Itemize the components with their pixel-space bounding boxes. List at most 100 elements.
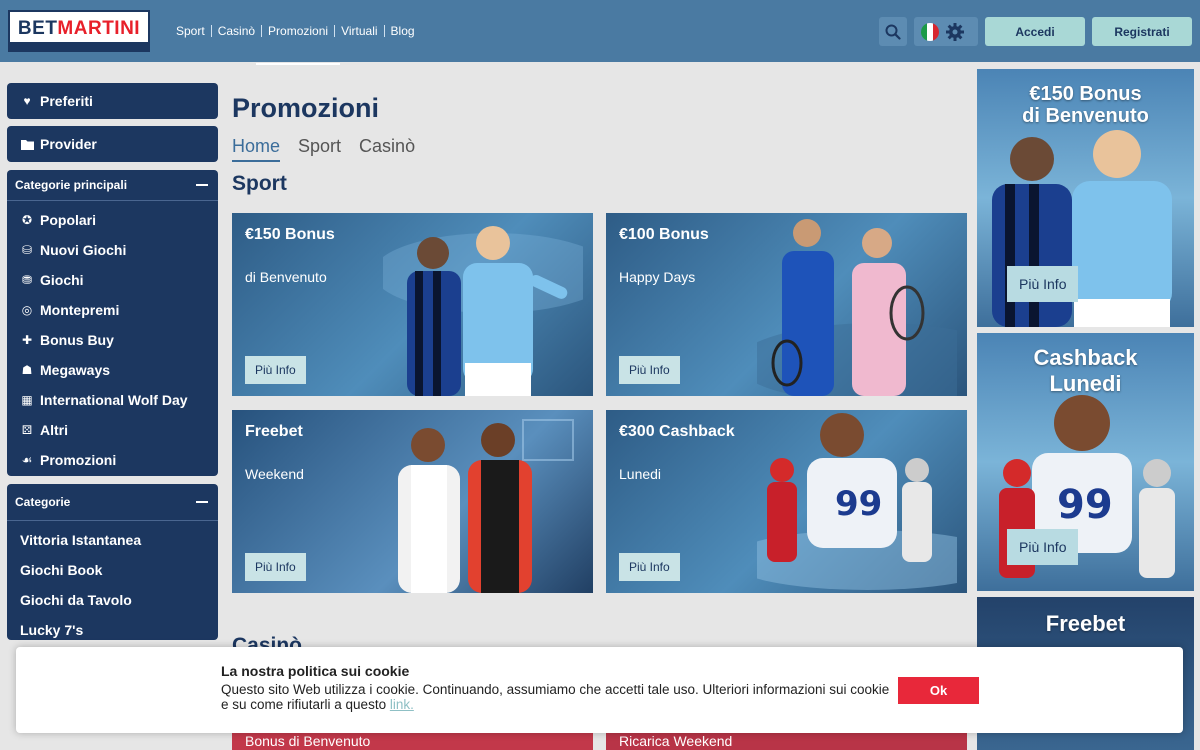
sidebar-item-label: Giochi [40, 272, 84, 288]
divider [7, 200, 218, 201]
more-info-button[interactable]: Più Info [245, 356, 306, 384]
sidebar-item-giochi[interactable]: ⛃ Giochi [7, 265, 218, 295]
casino-card-title: Bonus di Benvenuto [245, 733, 371, 749]
language-button[interactable] [914, 17, 978, 46]
sidebar-item-label: Bonus Buy [40, 332, 114, 348]
sidebar-item-label: Nuovi Giochi [40, 242, 127, 258]
sidebar-item-label: Promozioni [40, 452, 117, 468]
register-button[interactable]: Registrati [1092, 17, 1192, 46]
casino-card-title: Ricarica Weekend [619, 733, 733, 749]
promo-subtitle: Happy Days [619, 269, 696, 285]
tab-casino[interactable]: Casinò [359, 136, 415, 162]
sidebar-main-categories: Categorie principali ✪ Popolari ⛁ Nuovi Gi… [7, 170, 218, 476]
logo-underline [10, 42, 148, 50]
login-button[interactable]: Accedi [985, 17, 1085, 46]
promo-subtitle: Weekend [245, 466, 304, 482]
main-categories-title: Categorie principali [15, 178, 128, 192]
main-categories-header[interactable]: Categorie principali [7, 170, 218, 200]
nav-virtuali[interactable]: Virtuali [334, 25, 383, 37]
sidebar-item-altri[interactable]: ⚄ Altri [7, 415, 218, 445]
banner-title-line1: Freebet [1045, 611, 1126, 636]
sidebar-item-promozioni[interactable]: ☙ Promozioni [7, 445, 218, 475]
nav-casino[interactable]: Casinò [210, 25, 261, 37]
search-button[interactable] [879, 17, 907, 46]
divider [7, 520, 218, 521]
sidebar-item-wolf-day[interactable]: ▦ International Wolf Day [7, 385, 218, 415]
new-games-icon: ⛁ [21, 243, 33, 257]
sidebar-item-label: Megaways [40, 362, 111, 378]
bonus-buy-icon: ✚ [21, 333, 33, 347]
cookie-title: La nostra politica sui cookie [221, 663, 410, 679]
side-banner-cashback[interactable]: 99 Cashback Lunedi Più Info [977, 333, 1194, 591]
sidebar-item-giochi-da-tavolo[interactable]: Giochi da Tavolo [7, 585, 218, 615]
banner-title-line1: Cashback [1033, 345, 1138, 370]
more-info-button[interactable]: Più Info [619, 356, 680, 384]
promo-card-freebet[interactable]: Freebet Weekend Più Info [232, 410, 593, 593]
sidebar-categories: Categorie Vittoria Istantanea Giochi Boo… [7, 484, 218, 640]
categories-title: Categorie [15, 495, 71, 509]
sidebar-item-montepremi[interactable]: ◎ Montepremi [7, 295, 218, 325]
banner-title-line2: Lunedi [1049, 371, 1122, 396]
games-icon: ⛃ [21, 273, 33, 287]
collapse-icon[interactable] [196, 184, 208, 186]
side-banner-welcome-bonus[interactable]: €150 Bonus di Benvenuto Più Info [977, 69, 1194, 327]
cookie-ok-button[interactable]: Ok [898, 677, 979, 704]
american-football-players-image: 99 [757, 413, 957, 590]
gear-icon[interactable] [945, 22, 965, 42]
betmartini-logo[interactable]: BETMARTINI [8, 10, 150, 52]
sidebar-favorites[interactable]: ♥ Preferiti [7, 83, 218, 119]
promotions-icon: ☙ [21, 453, 33, 467]
promo-card-happy-days[interactable]: €100 Bonus Happy Days Più Info [606, 213, 967, 396]
promo-card-welcome-bonus[interactable]: €150 Bonus di Benvenuto Più Info [232, 213, 593, 396]
provider-label: Provider [40, 136, 97, 152]
main-nav: Sport Casinò Promozioni Virtuali Blog [170, 0, 421, 65]
sidebar-provider[interactable]: Provider [7, 126, 218, 162]
cookie-banner: La nostra politica sui cookie Questo sit… [16, 647, 1183, 733]
megaways-icon: ☗ [21, 363, 33, 377]
more-info-button[interactable]: Più Info [245, 553, 306, 581]
sidebar-item-label: Popolari [40, 212, 97, 228]
sidebar-item-megaways[interactable]: ☗ Megaways [7, 355, 218, 385]
top-header: BETMARTINI Sport Casinò Promozioni Virtu… [0, 0, 1200, 65]
promo-card-cashback[interactable]: 99 €300 Cashback Lunedi Più Info [606, 410, 967, 593]
more-info-button[interactable]: Più Info [619, 553, 680, 581]
promo-tabs: Home Sport Casinò [232, 136, 415, 162]
promo-title: €150 Bonus [245, 226, 335, 243]
sidebar-item-label: Altri [40, 422, 68, 438]
tab-home[interactable]: Home [232, 136, 281, 162]
cookie-policy-link[interactable]: link. [390, 697, 414, 712]
others-icon: ⚄ [21, 423, 33, 437]
flag-italy-icon [921, 22, 939, 41]
favorites-label: Preferiti [40, 93, 93, 109]
wolf-day-icon: ▦ [21, 393, 33, 407]
sidebar-item-bonus-buy[interactable]: ✚ Bonus Buy [7, 325, 218, 355]
jackpot-icon: ◎ [21, 303, 33, 317]
more-info-button[interactable]: Più Info [1007, 266, 1079, 302]
basketball-players-image [398, 419, 574, 593]
search-icon [885, 24, 901, 40]
nav-promozioni[interactable]: Promozioni [256, 25, 341, 65]
sidebar-item-lucky-7s[interactable]: Lucky 7's [7, 615, 218, 645]
logo-martini-text: MARTINI [57, 18, 141, 39]
nav-sport[interactable]: Sport [170, 25, 211, 37]
sidebar-item-popolari[interactable]: ✪ Popolari [7, 205, 218, 235]
folder-icon [20, 137, 34, 151]
popular-icon: ✪ [21, 213, 33, 227]
page-title: Promozioni [232, 93, 379, 123]
more-info-button[interactable]: Più Info [1007, 529, 1079, 565]
sidebar-item-nuovi-giochi[interactable]: ⛁ Nuovi Giochi [7, 235, 218, 265]
banner-title-line2: di Benvenuto [1022, 105, 1149, 127]
sidebar-item-vittoria-istantanea[interactable]: Vittoria Istantanea [7, 525, 218, 555]
sidebar-item-giochi-book[interactable]: Giochi Book [7, 555, 218, 585]
tab-sport[interactable]: Sport [298, 136, 341, 162]
svg-text:99: 99 [835, 484, 882, 524]
promo-subtitle: di Benvenuto [245, 269, 327, 285]
collapse-icon[interactable] [196, 501, 208, 503]
sidebar-item-label: International Wolf Day [40, 392, 188, 408]
section-title-sport: Sport [232, 172, 287, 195]
heart-icon: ♥ [23, 94, 31, 108]
categories-header[interactable]: Categorie [7, 484, 218, 520]
promo-subtitle: Lunedi [619, 466, 662, 482]
nav-blog[interactable]: Blog [383, 25, 421, 37]
cookie-text: Questo sito Web utilizza i cookie. Conti… [221, 682, 891, 712]
